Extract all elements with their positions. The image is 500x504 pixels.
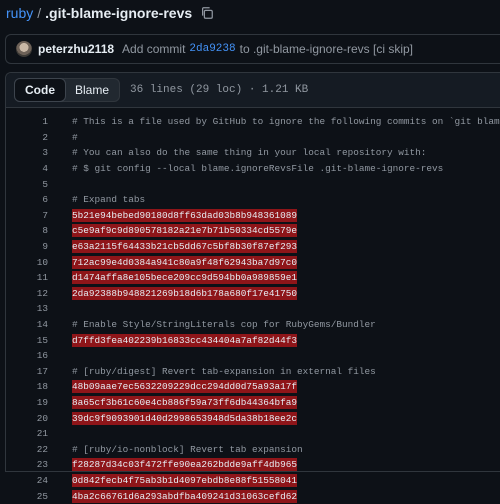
code-line: 1 # This is a file used by GitHub to igno… [6,114,500,130]
code-lines: 1 # This is a file used by GitHub to igno… [6,114,500,504]
line-number[interactable]: 1 [6,116,48,127]
line-content: # Expand tabs [72,194,146,206]
line-number[interactable]: 10 [6,257,48,268]
line-number[interactable]: 6 [6,194,48,205]
commit-hash-text: 5b21e94bebed90180d8ff63dad03b8b948361089 [72,208,298,222]
breadcrumb-separator: / [37,5,42,21]
code-line: 3 # You can also do the same thing in you… [6,145,500,161]
commit-hash-text: 39dc9f9093901d40d2998653948d5da38b18ee2c [72,411,298,425]
code-line: 17 # [ruby/digest] Revert tab-expansion i… [6,364,500,380]
code-tab[interactable]: Code [14,78,66,102]
line-number[interactable]: 15 [6,335,48,346]
latest-commit-bar: peterzhu2118 Add commit 2da9238 to .git-… [5,34,500,64]
code-line: 5 [6,176,500,192]
line-number[interactable]: 20 [6,413,48,424]
code-line: 12 2da92388b948821269b18d6b178a680f17e417… [6,286,500,302]
commit-author[interactable]: peterzhu2118 [38,42,114,56]
line-number[interactable]: 21 [6,428,48,439]
code-line: 13 [6,301,500,317]
line-number[interactable]: 3 [6,147,48,158]
commit-hash-text: d1474affa8e105bece209cc9d594bb0a989859e1 [72,271,298,285]
line-content: # Enable Style/StringLiterals cop for Ru… [72,319,376,331]
commit-hash-text: c5e9af9c9d890578182a21e7b71b50334cd5579e [72,224,298,238]
breadcrumb-file-name: .git-blame-ignore-revs [45,5,193,21]
code-line: 7 5b21e94bebed90180d8ff63dad03b8b94836108… [6,208,500,224]
line-number[interactable]: 7 [6,210,48,221]
view-toggle: Code Blame [14,78,121,102]
line-content: # This is a file used by GitHub to ignor… [72,116,500,128]
commit-hash-text: 4ba2c66761d6a293abdfba409241d31063cefd62 [72,489,298,503]
line-content: # You can also do the same thing in your… [72,147,427,159]
line-number[interactable]: 25 [6,491,48,502]
commit-hash-text: 0d842fecb4f75ab3b1d4097ebdb8e88f51558041 [72,473,298,487]
line-number[interactable]: 18 [6,381,48,392]
code-line: 20 39dc9f9093901d40d2998653948d5da38b18ee… [6,410,500,426]
code-line: 4 # $ git config --local blame.ignoreRevs… [6,161,500,177]
code-line: 24 0d842fecb4f75ab3b1d4097ebdb8e88f515580… [6,473,500,489]
commit-message-prefix[interactable]: Add commit [122,42,185,56]
line-number[interactable]: 8 [6,225,48,236]
code-line: 14 # Enable Style/StringLiterals cop for … [6,317,500,333]
code-line: 23 f28287d34c03f472ffe90ea262bdde9aff4db9… [6,457,500,473]
file-header: Code Blame 36 lines (29 loc) · 1.21 KB [6,73,500,108]
line-number[interactable]: 4 [6,163,48,174]
breadcrumb-repo-link[interactable]: ruby [6,5,33,21]
code-line: 16 [6,348,500,364]
code-line: 18 48b09aae7ec5632209229dcc294dd0d75a93a1… [6,379,500,395]
line-number[interactable]: 16 [6,350,48,361]
copy-icon[interactable] [200,6,214,20]
code-line: 22 # [ruby/io-nonblock] Revert tab expans… [6,441,500,457]
code-line: 15 d7ffd3fea402239b16833cc434404a7af82d44… [6,332,500,348]
line-content: # [72,131,78,143]
line-content: # $ git config --local blame.ignoreRevsF… [72,163,444,175]
blame-tab[interactable]: Blame [65,79,119,101]
commit-message-suffix[interactable]: to .git-blame-ignore-revs [ci skip] [240,42,413,56]
commit-hash-text: d7ffd3fea402239b16833cc434404a7af82d44f3 [72,333,298,347]
commit-hash-text: 8a65cf3b61c60e4cb886f59a73ff6db44364bfa9 [72,395,298,409]
code-line: 21 [6,426,500,442]
line-number[interactable]: 2 [6,132,48,143]
file-info: 36 lines (29 loc) · 1.21 KB [130,84,309,96]
commit-hash-text: f28287d34c03f472ffe90ea262bdde9aff4db965 [72,458,298,472]
breadcrumb: ruby / .git-blame-ignore-revs [6,3,214,23]
line-number[interactable]: 24 [6,475,48,486]
code-line: 9 e63a2115f64433b21cb5dd67c5bf8b30f87ef29… [6,239,500,255]
code-line: 8 c5e9af9c9d890578182a21e7b71b50334cd5579… [6,223,500,239]
avatar[interactable] [16,41,32,57]
commit-hash-text: e63a2115f64433b21cb5dd67c5bf8b30f87ef293 [72,240,298,254]
code-line: 19 8a65cf3b61c60e4cb886f59a73ff6db44364bf… [6,395,500,411]
line-number[interactable]: 17 [6,366,48,377]
line-number[interactable]: 23 [6,459,48,470]
line-number[interactable]: 9 [6,241,48,252]
commit-hash-link[interactable]: 2da9238 [189,43,235,55]
line-content: # [ruby/digest] Revert tab-expansion in … [72,365,376,377]
line-number[interactable]: 5 [6,179,48,190]
commit-hash-text: 48b09aae7ec5632209229dcc294dd0d75a93a17f [72,380,298,394]
code-line: 25 4ba2c66761d6a293abdfba409241d31063cefd… [6,488,500,504]
line-number[interactable]: 12 [6,288,48,299]
code-line: 10 712ac99e4d0384a941c80a9f48f62943ba7d97… [6,254,500,270]
line-number[interactable]: 19 [6,397,48,408]
file-viewer: Code Blame 36 lines (29 loc) · 1.21 KB 1… [5,72,500,503]
code-line: 11 d1474affa8e105bece209cc9d594bb0a989859… [6,270,500,286]
commit-hash-text: 2da92388b948821269b18d6b178a680f17e41750 [72,286,298,300]
line-number[interactable]: 22 [6,444,48,455]
line-number[interactable]: 13 [6,303,48,314]
code-line: 2 # [6,130,500,146]
line-number[interactable]: 14 [6,319,48,330]
code-line: 6 # Expand tabs [6,192,500,208]
line-content: # [ruby/io-nonblock] Revert tab expansio… [72,443,303,455]
commit-hash-text: 712ac99e4d0384a941c80a9f48f62943ba7d97c0 [72,255,298,269]
line-number[interactable]: 11 [6,272,48,283]
